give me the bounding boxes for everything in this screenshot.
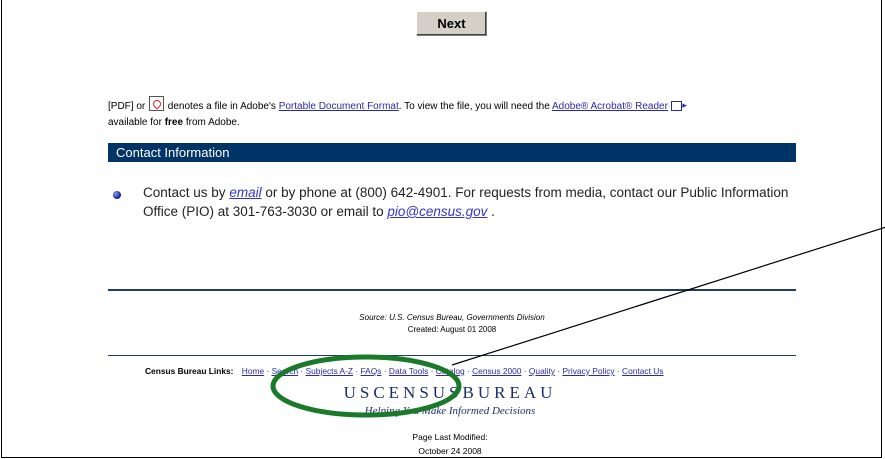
- census-bureau-logo[interactable]: USCENSUSBUREAU: [300, 384, 600, 402]
- link-contact-us[interactable]: Contact Us: [622, 366, 663, 376]
- divider-thick: [108, 289, 796, 291]
- link-subjects-a-z[interactable]: Subjects A-Z: [306, 366, 353, 376]
- link-faqs[interactable]: FAQs: [361, 366, 382, 376]
- link-census-2000[interactable]: Census 2000: [472, 366, 521, 376]
- pdf-icon: [149, 96, 165, 111]
- next-button[interactable]: Next: [416, 11, 487, 36]
- pdf-text-1: denotes a file in Adobe's: [167, 101, 276, 112]
- acrobat-reader-link[interactable]: Adobe® Acrobat® Reader: [552, 101, 668, 112]
- pdf-text-3: available for: [108, 117, 162, 128]
- external-link-icon: [670, 97, 687, 113]
- link-quality[interactable]: Quality: [529, 366, 555, 376]
- census-bureau-links: Census Bureau Links: Home · Search · Sub…: [145, 366, 664, 376]
- email-link[interactable]: email: [229, 185, 261, 200]
- contact-text: Contact us by email or by phone at (800)…: [143, 183, 803, 221]
- contact-text-3: .: [491, 204, 495, 219]
- pdf-text-2: . To view the file, you will need the: [398, 101, 550, 112]
- bullet-icon: [113, 191, 121, 199]
- page-last-modified-label: Page Last Modified:: [412, 432, 488, 442]
- contact-information-header: Contact Information: [108, 143, 796, 162]
- link-data-tools[interactable]: Data Tools: [389, 366, 428, 376]
- pdf-prefix: [PDF] or: [108, 101, 146, 112]
- source-text: Source: U.S. Census Bureau, Governments …: [359, 313, 545, 322]
- pio-email-link[interactable]: pio@census.gov: [387, 204, 487, 219]
- link-privacy-policy[interactable]: Privacy Policy: [562, 366, 614, 376]
- contact-text-1: Contact us by: [143, 185, 226, 200]
- link-search[interactable]: Search: [272, 366, 299, 376]
- links-label: Census Bureau Links:: [145, 366, 234, 376]
- divider-thin: [108, 355, 796, 356]
- portable-document-format-link[interactable]: Portable Document Format: [279, 101, 399, 112]
- logo-tagline: Helping You Make Informed Decisions: [364, 405, 536, 417]
- page-last-modified-date: October 24 2008: [418, 446, 482, 456]
- link-catalog[interactable]: Catalog: [436, 366, 465, 376]
- link-home[interactable]: Home: [242, 366, 264, 376]
- created-date: Created: August 01 2008: [407, 325, 497, 334]
- pdf-text-4: from Adobe.: [185, 117, 240, 128]
- pdf-free: free: [164, 117, 184, 128]
- pdf-notice: [PDF] or denotes a file in Adobe's Porta…: [108, 96, 808, 131]
